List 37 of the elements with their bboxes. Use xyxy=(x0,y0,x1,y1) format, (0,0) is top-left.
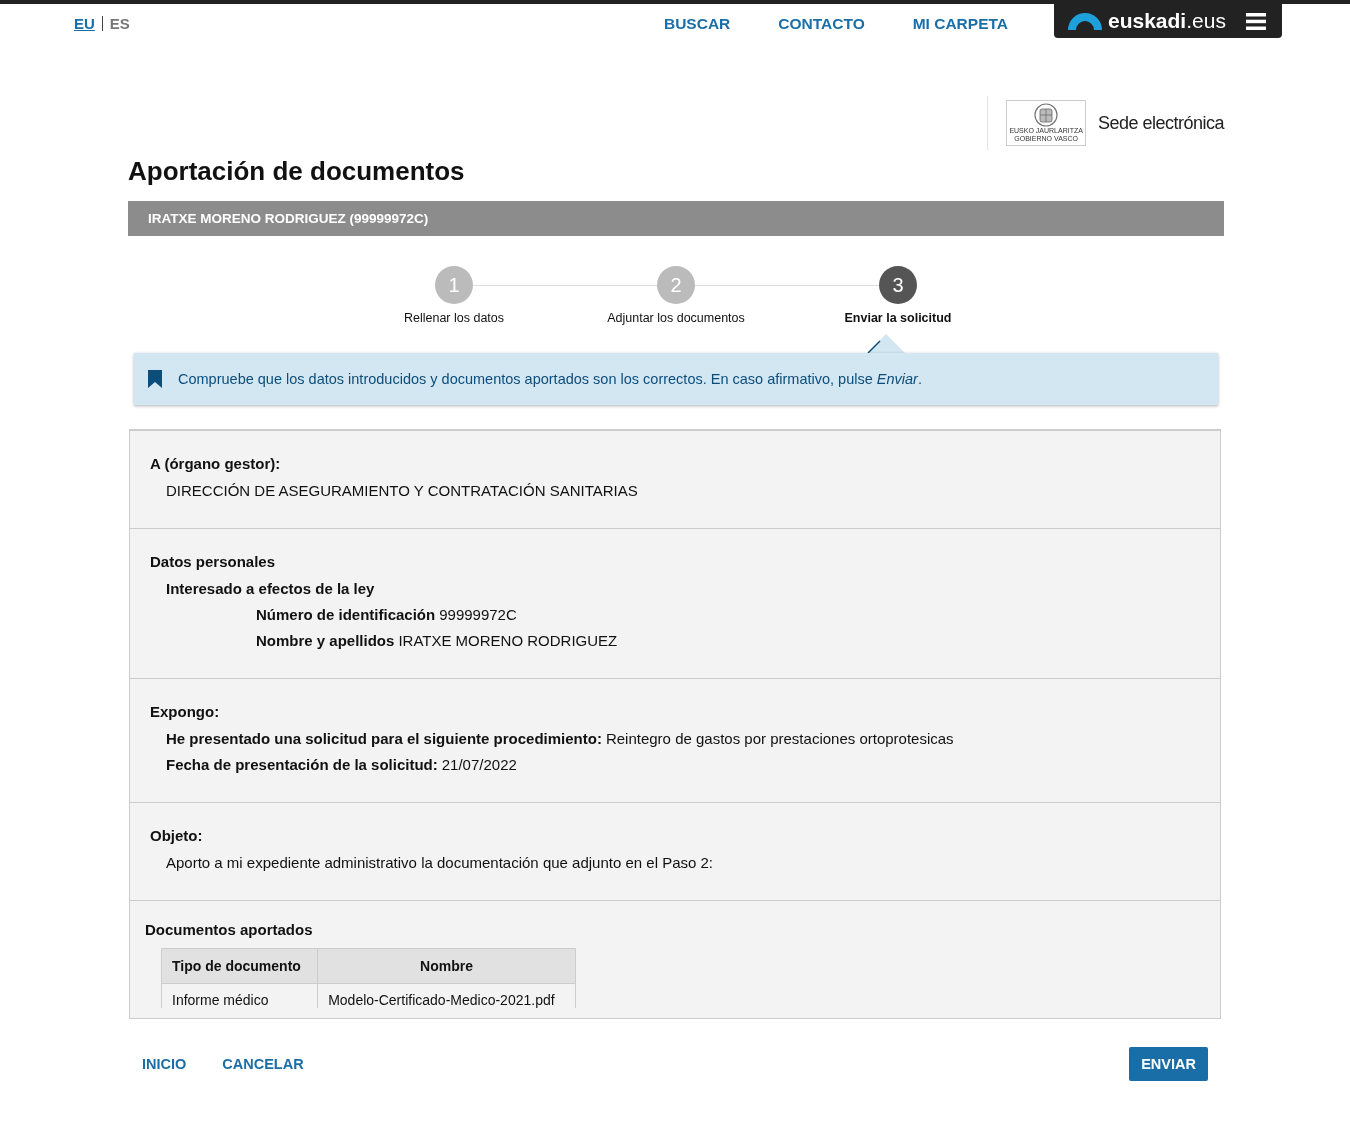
logo-icon xyxy=(1068,12,1102,30)
language-link[interactable]: EU xyxy=(74,15,95,32)
section-title: Datos personales xyxy=(150,553,277,570)
action-link[interactable]: INICIO xyxy=(142,1056,187,1072)
table-cell: Informe médico xyxy=(161,983,318,1008)
nav-link[interactable]: CONTACTO xyxy=(778,15,865,33)
nav-link[interactable]: BUSCAR xyxy=(664,15,731,33)
language-link[interactable]: ES xyxy=(109,15,130,32)
column-header: Nombre xyxy=(317,948,576,984)
step-label: Enviar la solicitud xyxy=(844,311,952,325)
step-number: 3 xyxy=(879,266,917,304)
field-line: Nombre y apellidos IRATXE MORENO RODRIGUEZ xyxy=(255,632,619,649)
step-label: Adjuntar los documentos xyxy=(607,311,745,325)
user-bar: IRATXE MORENO RODRIGUEZ (99999972C) xyxy=(128,201,1224,236)
section-title: Objeto: xyxy=(150,827,204,844)
field-line: Número de identificación 99999972C xyxy=(255,606,518,623)
field-line: Aporto a mi expediente administrativo la documentación que adjunto en el Paso 2: xyxy=(165,854,714,871)
bookmark-icon xyxy=(148,370,162,388)
field-line: He presentado una solicitud para el siguiente procedimiento: Reintegro de gastos por prestaciones ortoprotesicas xyxy=(165,730,955,747)
field-line: DIRECCIÓN DE ASEGURAMIENTO Y CONTRATACIÓN SANITARIAS xyxy=(165,482,639,499)
column-header: Tipo de documento xyxy=(161,948,318,984)
page-title: Aportación de documentos xyxy=(128,156,466,187)
menu-icon[interactable] xyxy=(1246,12,1266,30)
site-label: Sede electrónica xyxy=(1097,112,1224,134)
section-title: Documentos aportados xyxy=(145,921,314,938)
brand-name: euskadi.eus xyxy=(1108,9,1226,33)
section-title: Expongo: xyxy=(150,703,221,720)
nav-link[interactable]: MI CARPETA xyxy=(912,15,1008,33)
field-line: Fecha de presentación de la solicitud: 21/07/2022 xyxy=(165,756,518,773)
step-number: 1 xyxy=(435,266,473,304)
section-title: A (órgano gestor): xyxy=(150,455,282,472)
step-label: Rellenar los datos xyxy=(403,311,505,325)
notice-text: Compruebe que los datos introducidos y documentos aportados son los correctos. En caso afirmativo, pulse Enviar. xyxy=(178,371,922,387)
submit-button[interactable]: ENVIAR xyxy=(1129,1047,1208,1081)
field-line: Interesado a efectos de la ley xyxy=(165,580,376,597)
action-link[interactable]: CANCELAR xyxy=(222,1056,304,1072)
step-number: 2 xyxy=(657,266,695,304)
